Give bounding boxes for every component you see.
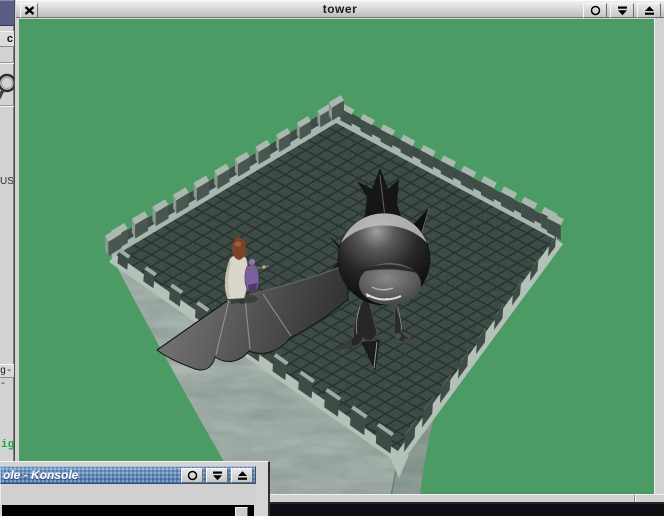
inactive-titlebar-corner (0, 0, 14, 26)
shade-icon (237, 470, 247, 480)
konsole-terminal[interactable] (2, 505, 254, 516)
circle-icon (590, 5, 600, 16)
iconify-button[interactable] (610, 3, 634, 18)
tower-scene (19, 19, 654, 495)
konsole-scrollbar-button[interactable] (235, 507, 248, 516)
konsole-shade-button[interactable] (231, 468, 253, 483)
konsole-menubar-area (0, 484, 256, 505)
maximize-button[interactable] (583, 3, 607, 18)
konsole-titlebar[interactable]: ole - Konsole (0, 466, 256, 484)
konsole-window: ole - Konsole (0, 461, 270, 516)
toolbar-separator (0, 105, 14, 107)
window-right-border[interactable] (654, 18, 664, 502)
window-title: tower (322, 2, 358, 16)
tower-3d-viewport[interactable] (19, 19, 655, 496)
resize-handle-notch (634, 495, 636, 502)
konsole-title: ole - Konsole (3, 468, 79, 482)
background-modeline-fragment: g-- (0, 364, 14, 390)
konsole-iconify-button[interactable] (206, 468, 228, 483)
shade-icon (644, 5, 654, 15)
konsole-maximize-button[interactable] (181, 468, 203, 483)
shade-button[interactable] (637, 3, 661, 18)
background-code-fragment: ig (1, 439, 15, 451)
circle-icon (187, 470, 197, 481)
toolbar-separator (0, 62, 14, 64)
tower-window: tower (14, 0, 664, 504)
background-text-fragment: US (0, 176, 14, 187)
minimize-icon (212, 471, 222, 480)
background-label-fragment: c (0, 31, 14, 47)
tower-titlebar[interactable]: tower (16, 0, 664, 18)
desktop: c US g-- ig tower ole - Konsole (0, 0, 664, 516)
magnifier-icon[interactable] (0, 66, 14, 106)
minimize-icon (617, 6, 627, 15)
background-app-strip: c US g-- ig (0, 0, 14, 516)
